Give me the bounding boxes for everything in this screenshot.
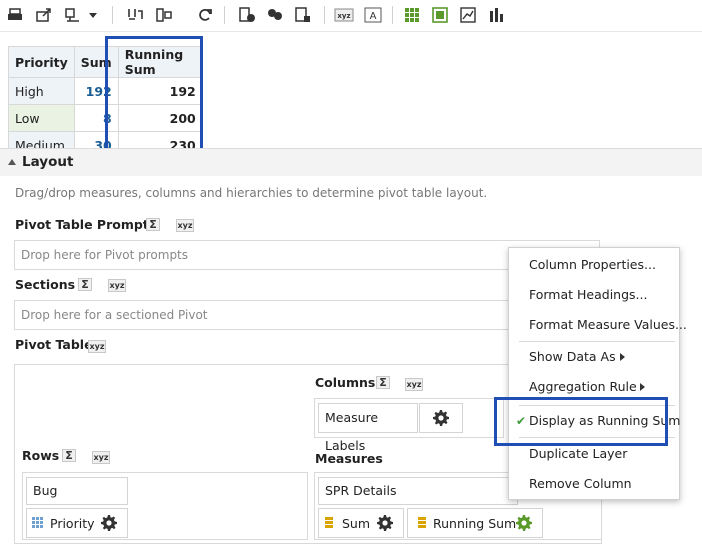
layout-hint: Drag/drop measures, columns and hierarch… xyxy=(15,186,488,200)
swap-icon[interactable] xyxy=(124,4,146,26)
column-context-menu: Column Properties... Format Headings... … xyxy=(508,247,687,500)
xyz-icon[interactable]: xyz xyxy=(88,340,106,353)
row-label: Low xyxy=(8,104,75,132)
measure-labels-chip[interactable]: Measure Labels xyxy=(318,403,418,453)
refresh-icon[interactable] xyxy=(194,4,216,26)
pivot-table-label: Pivot Table xyxy=(15,337,93,352)
columns-label: Columns xyxy=(315,375,376,390)
menu-item-show-data-as[interactable]: Show Data As xyxy=(529,349,616,364)
row-label: High xyxy=(8,77,75,105)
toolbar-divider xyxy=(112,6,113,24)
measure-chip-label: Sum xyxy=(342,516,371,531)
menu-divider xyxy=(519,341,675,342)
sum-value[interactable]: 8 xyxy=(73,104,119,132)
menu-item-format-headings[interactable]: Format Headings... xyxy=(529,287,647,302)
measure-chip-running-sum[interactable]: Running Sum xyxy=(407,508,543,538)
table-view-icon[interactable] xyxy=(401,4,423,26)
measure-chip-sum[interactable]: Sum xyxy=(318,508,404,538)
pivot-prompts-label: Pivot Table Prompts xyxy=(15,217,157,232)
menu-item-aggregation-rule[interactable]: Aggregation Rule xyxy=(529,379,637,394)
row-chip-label: Priority xyxy=(50,516,95,531)
rows-label: Rows xyxy=(22,448,60,463)
export-icon[interactable] xyxy=(33,4,55,26)
xyz-icon[interactable]: xyz xyxy=(92,451,110,464)
collapse-caret-icon[interactable] xyxy=(8,159,16,165)
chevron-down-icon[interactable] xyxy=(82,4,104,26)
svg-text:A: A xyxy=(370,11,377,22)
measures-label: Measures xyxy=(315,451,383,466)
menu-item-duplicate-layer[interactable]: Duplicate Layer xyxy=(529,446,627,461)
format-icon[interactable] xyxy=(62,4,84,26)
calc-item-icon[interactable] xyxy=(292,4,314,26)
menu-divider xyxy=(519,437,675,438)
header-sum[interactable]: Sum xyxy=(73,46,119,78)
menu-item-column-properties[interactable]: Column Properties... xyxy=(529,257,656,272)
bar-chart-icon[interactable] xyxy=(485,4,507,26)
xyz-icon[interactable]: xyz xyxy=(108,279,126,292)
gear-icon[interactable] xyxy=(377,515,393,531)
running-sum-value: 200 xyxy=(117,104,203,132)
xyz-icon[interactable]: xyz xyxy=(405,378,423,391)
pivot-header-row: Priority Sum Running Sum xyxy=(8,46,203,78)
chart-view-icon[interactable] xyxy=(457,4,479,26)
sigma-icon[interactable]: Σ xyxy=(376,376,390,389)
layout-header[interactable]: Layout xyxy=(0,148,702,176)
row-chip-priority[interactable]: Priority xyxy=(26,508,128,538)
toolbar-divider xyxy=(392,6,393,24)
row-chip-bug[interactable]: Bug xyxy=(26,477,128,505)
header-priority[interactable]: Priority xyxy=(8,46,75,78)
gear-icon[interactable] xyxy=(516,515,532,531)
gear-icon xyxy=(433,410,449,426)
text-icon[interactable]: A xyxy=(362,4,384,26)
measure-icon xyxy=(418,517,426,528)
xyz-icon[interactable]: xyz xyxy=(176,219,194,232)
submenu-arrow-icon xyxy=(640,383,645,391)
group-icon[interactable] xyxy=(264,4,286,26)
sum-value[interactable]: 192 xyxy=(73,77,119,105)
pivot-table-preview: Priority Sum Running Sum High 192 192 Lo… xyxy=(8,46,203,159)
table-row: Low 8 200 xyxy=(8,104,203,132)
menu-item-display-running-sum[interactable]: Display as Running Sum xyxy=(529,413,680,428)
layout-title: Layout xyxy=(22,154,74,170)
toolbar-divider xyxy=(224,6,225,24)
measure-chip-label: Running Sum xyxy=(433,516,517,531)
measure-icon xyxy=(325,517,333,528)
sigma-icon[interactable]: Σ xyxy=(78,278,92,291)
sigma-icon[interactable]: Σ xyxy=(62,449,76,462)
menu-divider xyxy=(519,405,675,406)
gear-icon[interactable] xyxy=(101,515,117,531)
menu-item-format-measure-values[interactable]: Format Measure Values... xyxy=(529,317,687,332)
table-row: High 192 192 xyxy=(8,77,203,105)
xyz-icon[interactable]: xyz xyxy=(333,4,355,26)
sections-label: Sections xyxy=(15,277,76,292)
running-sum-value: 192 xyxy=(117,77,203,105)
measure-labels-gear-button[interactable] xyxy=(419,403,463,433)
print-icon[interactable] xyxy=(4,4,26,26)
add-calculation-icon[interactable] xyxy=(236,4,258,26)
submenu-arrow-icon xyxy=(620,353,625,361)
pivot-view-icon[interactable] xyxy=(429,4,451,26)
hierarchy-icon xyxy=(32,517,43,528)
menu-item-remove-column[interactable]: Remove Column xyxy=(529,476,632,491)
check-icon: ✔ xyxy=(516,414,527,428)
svg-text:xyz: xyz xyxy=(337,12,350,20)
toolbar: xyz A xyxy=(0,0,702,32)
sigma-icon[interactable]: Σ xyxy=(146,218,160,231)
toolbar-divider xyxy=(324,6,325,24)
measures-group-chip[interactable]: SPR Details xyxy=(318,477,518,505)
header-running-sum[interactable]: Running Sum xyxy=(117,46,203,78)
pivot-icon[interactable] xyxy=(153,4,175,26)
